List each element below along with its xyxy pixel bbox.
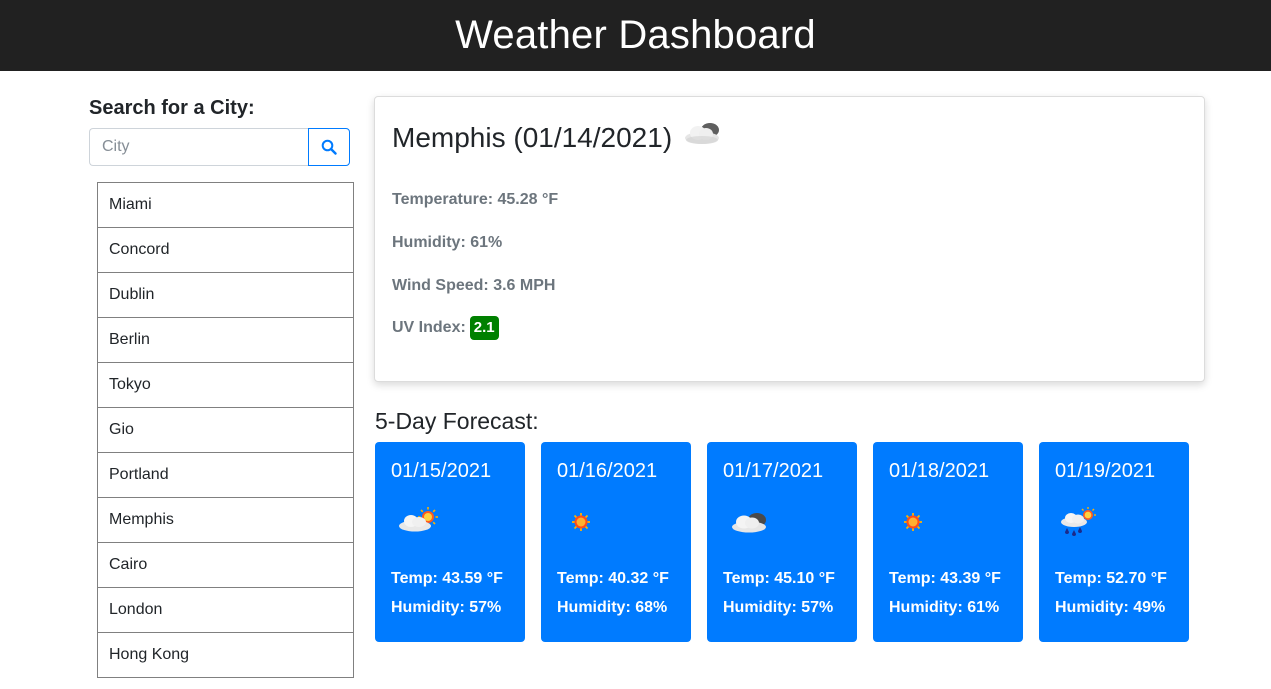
forecast-humidity: Humidity: 49% — [1055, 599, 1166, 616]
forecast-date: 01/15/2021 — [391, 460, 492, 482]
forecast-humidity: Humidity: 57% — [723, 599, 834, 616]
city-item-berlin[interactable]: Berlin — [97, 317, 354, 363]
city-search-input[interactable] — [89, 128, 309, 166]
city-item-gio[interactable]: Gio — [97, 407, 354, 453]
uv-index-label: UV Index: — [392, 319, 466, 336]
partly-cloudy-icon — [395, 504, 445, 544]
forecast-temp: Temp: 52.70 °F — [1055, 570, 1167, 587]
forecast-card: 01/17/2021 Temp: 45.10 °F Humidity: 57% — [707, 442, 857, 642]
forecast-humidity: Humidity: 61% — [889, 599, 1000, 616]
current-weather-heading: Memphis (01/14/2021) — [392, 119, 724, 156]
city-item-hong-kong[interactable]: Hong Kong — [97, 632, 354, 678]
forecast-temp: Temp: 45.10 °F — [723, 570, 835, 587]
forecast-date: 01/18/2021 — [889, 460, 990, 482]
forecast-heading: 5-Day Forecast: — [375, 408, 539, 434]
current-humidity: Humidity: 61% — [392, 234, 503, 251]
city-item-london[interactable]: London — [97, 587, 354, 633]
current-city-date: Memphis (01/14/2021) — [392, 121, 673, 153]
forecast-temp: Temp: 40.32 °F — [557, 570, 669, 587]
city-item-memphis[interactable]: Memphis — [97, 497, 354, 543]
cloudy-icon — [727, 504, 777, 544]
current-uv-index: UV Index: 2.1 — [392, 316, 499, 340]
forecast-date: 01/19/2021 — [1055, 460, 1156, 482]
current-wind-speed: Wind Speed: 3.6 MPH — [392, 277, 556, 294]
sun-icon — [893, 504, 943, 544]
city-item-miami[interactable]: Miami — [97, 182, 354, 228]
forecast-card: 01/15/2021 Temp: 43.59 °F Humidity: 57% — [375, 442, 525, 642]
city-item-portland[interactable]: Portland — [97, 452, 354, 498]
search-icon — [321, 139, 337, 155]
forecast-temp: Temp: 43.59 °F — [391, 570, 503, 587]
page-title: Weather Dashboard — [455, 13, 816, 57]
sun-icon — [561, 504, 611, 544]
page-header: Weather Dashboard — [0, 0, 1271, 71]
city-item-dublin[interactable]: Dublin — [97, 272, 354, 318]
city-item-concord[interactable]: Concord — [97, 227, 354, 273]
forecast-humidity: Humidity: 68% — [557, 599, 668, 616]
current-weather-card: Memphis (01/14/2021) Temperature: 45.28 … — [374, 96, 1205, 382]
forecast-card: 01/18/2021 Temp: 43.39 °F Humidity: 61% — [873, 442, 1023, 642]
forecast-date: 01/16/2021 — [557, 460, 658, 482]
forecast-card: 01/19/2021 Temp: 52.70 °F Humidity: 49% — [1039, 442, 1189, 642]
forecast-date: 01/17/2021 — [723, 460, 824, 482]
rain-sun-icon — [1059, 504, 1109, 544]
forecast-humidity: Humidity: 57% — [391, 599, 502, 616]
city-history-list: Miami Concord Dublin Berlin Tokyo Gio Po… — [97, 182, 354, 678]
forecast-temp: Temp: 43.39 °F — [889, 570, 1001, 587]
forecast-card: 01/16/2021 Temp: 40.32 °F Humidity: 68% — [541, 442, 691, 642]
cloudy-icon — [680, 119, 724, 156]
search-label: Search for a City: — [89, 97, 255, 119]
search-button[interactable] — [308, 128, 350, 166]
current-temperature: Temperature: 45.28 °F — [392, 191, 559, 208]
uv-index-badge: 2.1 — [469, 316, 499, 340]
city-item-cairo[interactable]: Cairo — [97, 542, 354, 588]
city-item-tokyo[interactable]: Tokyo — [97, 362, 354, 408]
